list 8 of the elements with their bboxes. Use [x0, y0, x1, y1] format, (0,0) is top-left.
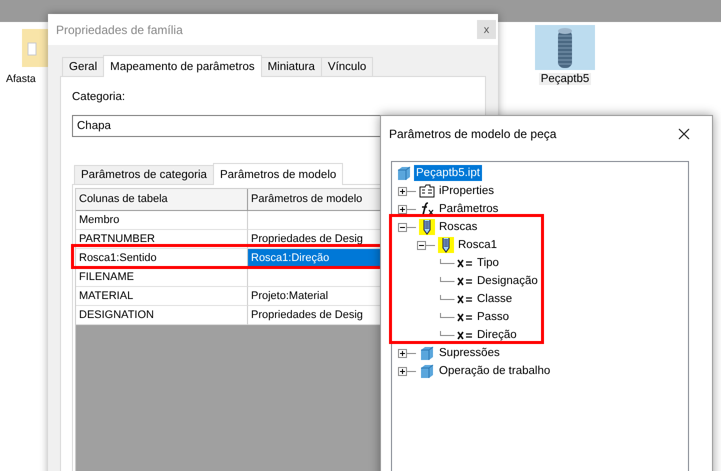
- table-cell: Membro: [76, 211, 248, 230]
- window-title: Propriedades de família: [56, 22, 183, 36]
- table-cell: DESIGNATION: [76, 306, 248, 325]
- desktop-icon-label: Afasta: [5, 73, 37, 85]
- desktop-icon-label: Peçaptb5: [538, 73, 592, 85]
- category-label: Categoria:: [72, 91, 126, 103]
- table-cell: MATERIAL: [76, 287, 248, 306]
- table-cell: FILENAME: [76, 268, 248, 287]
